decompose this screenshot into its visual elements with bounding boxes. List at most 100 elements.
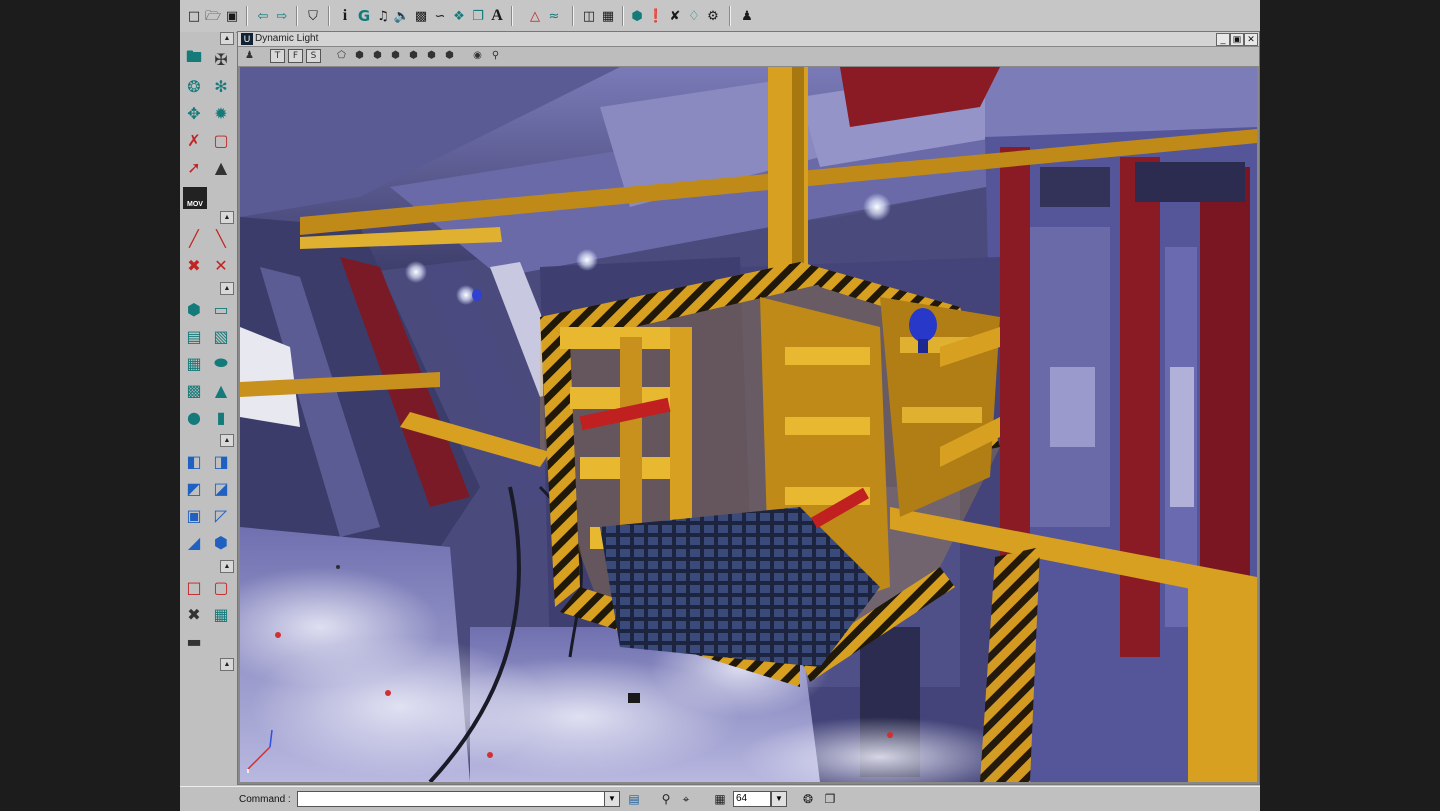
texture-view-icon[interactable]: ⬢ xyxy=(370,49,385,63)
maximize-viewport-icon[interactable]: ❐ xyxy=(822,791,838,807)
snap-rotation-icon[interactable]: ❂ xyxy=(800,791,816,807)
editor-window: □ 🗁 ▣ ⇦ ⇨ ⛉ i G ♫ 🔈 ▩ ∽ ❖ ❐ A △ ≈ ◫ ▦ ⬢ … xyxy=(180,0,1260,811)
music-icon[interactable]: ♫ xyxy=(374,7,392,25)
command-input[interactable] xyxy=(297,791,607,807)
info-icon[interactable]: i xyxy=(336,7,354,25)
align-grid-icon[interactable]: ▦ xyxy=(210,603,232,625)
texture-pan-icon[interactable]: ➚ xyxy=(183,156,205,178)
crosshair-icon[interactable]: ⌖ xyxy=(678,791,694,807)
actor-icon[interactable]: ❖ xyxy=(450,7,468,25)
sheet-brush-icon[interactable]: ▭ xyxy=(210,298,232,320)
actor-class-icon[interactable]: ❐ xyxy=(469,7,487,25)
emitter-icon[interactable]: ✘ xyxy=(666,7,684,25)
settings-sliders-icon[interactable]: ⚙ xyxy=(704,7,722,25)
stairs-brush-icon[interactable]: ▤ xyxy=(183,325,205,347)
texture-icon[interactable]: ▩ xyxy=(412,7,430,25)
view-top-button[interactable]: T xyxy=(270,49,285,63)
deintersect-brush-icon[interactable]: ◪ xyxy=(210,477,232,499)
add-volume-icon[interactable]: ⬢ xyxy=(210,531,232,553)
rotate-icon[interactable]: ❂ xyxy=(183,75,205,97)
vertex-icon[interactable]: ✹ xyxy=(210,102,232,124)
grid-size-dropdown[interactable]: ▼ xyxy=(771,791,787,807)
props-icon[interactable]: ♢ xyxy=(685,7,703,25)
scale-icon[interactable]: ✻ xyxy=(210,75,232,97)
matinee-icon[interactable]: ◫ xyxy=(580,7,598,25)
triangle-icon[interactable]: △ xyxy=(526,7,544,25)
add-brush-icon[interactable]: ◧ xyxy=(183,450,205,472)
dynamic-light-view-icon[interactable]: ⬢ xyxy=(406,49,421,63)
open-folder-icon[interactable]: 🗁 xyxy=(204,7,222,25)
lock-icon[interactable]: ⚲ xyxy=(658,791,674,807)
cube-brush-icon[interactable]: ⬢ xyxy=(183,298,205,320)
realtime-preview-icon[interactable]: ◉ xyxy=(470,49,485,63)
save-icon[interactable]: ▣ xyxy=(223,7,241,25)
lock-view-icon[interactable]: ⚲ xyxy=(488,49,503,63)
hide-selected-icon[interactable]: ▢ xyxy=(210,576,232,598)
deselect-icon[interactable]: ✕ xyxy=(210,254,232,276)
light-actor-icon[interactable] xyxy=(472,289,482,301)
depth-view-icon[interactable]: ⬢ xyxy=(442,49,457,63)
view-side-button[interactable]: S xyxy=(306,49,321,63)
sphere-brush-icon[interactable]: ● xyxy=(183,406,205,428)
undo-icon[interactable]: ⇦ xyxy=(254,7,272,25)
movie-icon[interactable]: MOV xyxy=(183,187,207,209)
close-button[interactable]: ✕ xyxy=(1244,33,1258,46)
hide-actors-icon[interactable]: ▬ xyxy=(183,630,205,652)
lighting-view-icon[interactable]: ⬢ xyxy=(388,49,403,63)
add-static-mesh-icon[interactable]: ◢ xyxy=(183,531,205,553)
collapse-toggle[interactable]: ▲ xyxy=(220,658,234,671)
subtract-brush-icon[interactable]: ◨ xyxy=(210,450,232,472)
plane-brush-icon[interactable]: ⬬ xyxy=(210,352,232,374)
clip-icon[interactable]: ✗ xyxy=(183,129,205,151)
line-select-icon[interactable]: ╱ xyxy=(183,227,205,249)
brush-move-icon[interactable]: ✥ xyxy=(183,102,205,124)
group-icon[interactable]: G xyxy=(355,7,373,25)
viewport-pin-icon[interactable]: ♟ xyxy=(242,49,257,63)
cone-brush-icon[interactable]: ▲ xyxy=(210,379,232,401)
prefab-icon[interactable]: ▦ xyxy=(599,7,617,25)
add-special-icon[interactable]: ◸ xyxy=(210,504,232,526)
move-icon[interactable]: ✠ xyxy=(210,48,232,70)
grid-toggle-icon[interactable]: ▦ xyxy=(712,791,728,807)
polygon-icon[interactable]: ▢ xyxy=(210,129,232,151)
redo-icon[interactable]: ⇨ xyxy=(273,7,291,25)
wireframe-icon[interactable]: ⬠ xyxy=(334,49,349,63)
terrain-edit-icon[interactable]: ▲ xyxy=(210,156,232,178)
collapse-toggle[interactable]: ▲ xyxy=(220,560,234,573)
view-front-button[interactable]: F xyxy=(288,49,303,63)
command-history-dropdown[interactable]: ▼ xyxy=(604,791,620,807)
cylinder-brush-icon[interactable]: ▩ xyxy=(183,379,205,401)
camera-mode-icon[interactable]: 🖿 xyxy=(183,47,205,70)
path-icon[interactable]: ❗ xyxy=(647,7,665,25)
search-icon[interactable]: ⛉ xyxy=(304,7,322,25)
spiral-brush-icon[interactable]: ▧ xyxy=(210,325,232,347)
show-selected-icon[interactable]: □ xyxy=(183,576,205,598)
terrain-brush-icon[interactable]: ▦ xyxy=(183,352,205,374)
play-level-icon[interactable]: ♟ xyxy=(738,7,756,25)
viewport-toolbar: ♟ T F S ⬠ ⬢ ⬢ ⬢ ⬢ ⬢ ⬢ ◉ ⚲ xyxy=(238,47,1259,67)
select-all-icon[interactable]: ✖ xyxy=(183,254,205,276)
light-icon[interactable]: ⬢ xyxy=(628,7,646,25)
collapse-toggle[interactable]: ▲ xyxy=(220,282,234,295)
log-window-icon[interactable]: ▤ xyxy=(626,791,642,807)
grid-size-select[interactable]: 64 xyxy=(733,791,771,807)
add-mover-icon[interactable]: ▣ xyxy=(183,504,205,526)
intersect-brush-icon[interactable]: ◩ xyxy=(183,477,205,499)
line-select-alt-icon[interactable]: ╲ xyxy=(210,227,232,249)
collapse-toggle[interactable]: ▲ xyxy=(220,211,234,224)
zone-view-icon[interactable]: ⬢ xyxy=(352,49,367,63)
camera-speed-icon[interactable]: ✖ xyxy=(183,603,205,625)
unlit-view-icon[interactable]: ⬢ xyxy=(424,49,439,63)
collapse-toggle[interactable]: ▲ xyxy=(220,434,234,447)
mesh-icon[interactable]: ∽ xyxy=(431,7,449,25)
minimize-button[interactable]: _ xyxy=(1216,33,1230,46)
column-brush-icon[interactable]: ▮ xyxy=(210,406,232,428)
restore-button[interactable]: ▣ xyxy=(1230,33,1244,46)
collapse-toggle[interactable]: ▲ xyxy=(220,32,234,45)
sound-icon[interactable]: 🔈 xyxy=(393,7,411,25)
toolbar-separator xyxy=(296,6,298,26)
new-file-icon[interactable]: □ xyxy=(185,7,203,25)
text-icon[interactable]: A xyxy=(488,7,506,25)
terrain-icon[interactable]: ≈ xyxy=(545,7,563,25)
3d-viewport-render[interactable] xyxy=(240,67,1257,782)
